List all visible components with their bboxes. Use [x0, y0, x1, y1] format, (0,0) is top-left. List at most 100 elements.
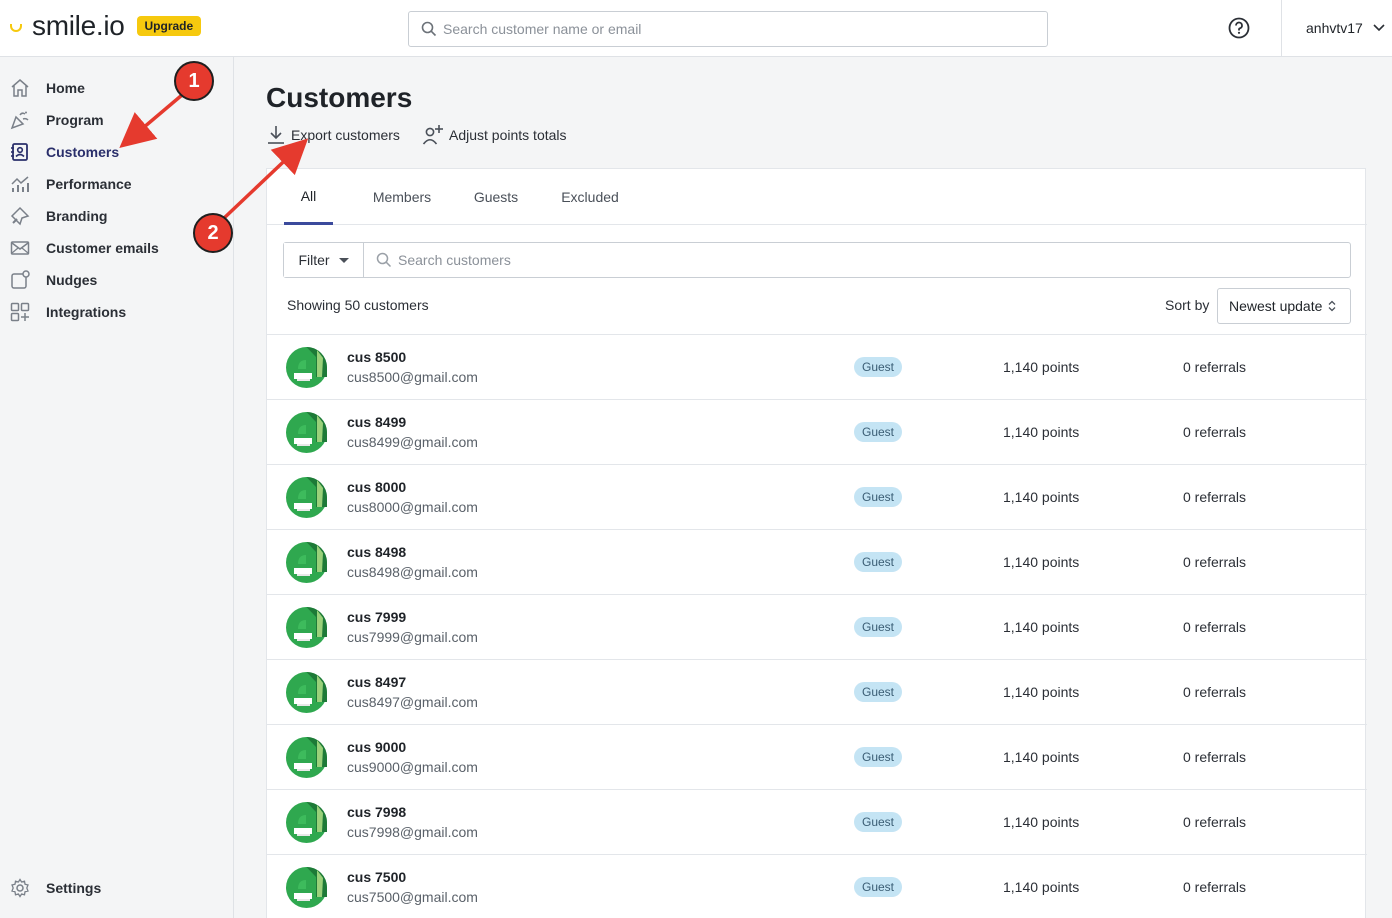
envelope-icon: [10, 238, 30, 258]
sidebar-item-label: Program: [46, 112, 104, 128]
header-divider: [1281, 0, 1282, 57]
search-icon: [376, 252, 392, 268]
tab-excluded[interactable]: Excluded: [555, 169, 625, 225]
sort-select[interactable]: Newest update: [1217, 288, 1351, 324]
customer-list: cus 8500 cus8500@gmail.com Guest 1,140 poin…: [267, 334, 1367, 918]
status-badge: Guest: [854, 617, 903, 637]
tab-guests[interactable]: Guests: [467, 169, 525, 225]
sidebar-item-branding[interactable]: Branding: [10, 204, 107, 228]
customers-icon: [10, 142, 30, 162]
user-menu[interactable]: anhvtv17: [1306, 20, 1385, 36]
help-icon[interactable]: [1228, 17, 1250, 44]
sidebar-item-customers[interactable]: Customers: [10, 140, 119, 164]
tab-members[interactable]: Members: [366, 169, 438, 225]
sidebar-item-label: Performance: [46, 176, 132, 192]
customer-search-input[interactable]: [443, 21, 1003, 37]
customer-row[interactable]: cus 9000 cus9000@gmail.com Guest 1,140 poin…: [267, 725, 1367, 790]
sidebar-item-customer-emails[interactable]: Customer emails: [10, 236, 159, 260]
customer-points: 1,140 points: [1003, 554, 1080, 570]
sidebar-item-nudges[interactable]: Nudges: [10, 268, 97, 292]
filter-label: Filter: [298, 252, 330, 268]
customer-row[interactable]: cus 8498 cus8498@gmail.com Guest 1,140 poin…: [267, 530, 1367, 595]
sidebar-item-performance[interactable]: Performance: [10, 172, 132, 196]
customer-email: cus7999@gmail.com: [347, 629, 478, 645]
customer-tabs: All Members Guests Excluded: [267, 169, 1367, 225]
customer-row[interactable]: cus 8000 cus8000@gmail.com Guest 1,140 poin…: [267, 465, 1367, 530]
customer-points: 1,140 points: [1003, 814, 1080, 830]
customer-referrals: 0 referrals: [1183, 489, 1247, 505]
status-badge: Guest: [854, 357, 903, 377]
sidebar-item-label: Customer emails: [46, 240, 159, 256]
upgrade-button[interactable]: Upgrade: [136, 16, 202, 36]
customer-referrals: 0 referrals: [1183, 684, 1247, 700]
customer-row[interactable]: cus 7500 cus7500@gmail.com Guest 1,140 poin…: [267, 855, 1367, 918]
tab-all[interactable]: All: [284, 169, 333, 225]
customer-name: cus 7999: [347, 609, 407, 625]
sidebar-item-label: Customers: [46, 144, 120, 160]
avatar: [286, 607, 327, 648]
customer-referrals: 0 referrals: [1183, 749, 1247, 765]
customer-email: cus9000@gmail.com: [347, 759, 478, 775]
chevron-down-icon: [1373, 24, 1385, 32]
home-icon: [10, 78, 30, 98]
sort-value: Newest update: [1229, 298, 1323, 314]
customer-referrals: 0 referrals: [1183, 424, 1247, 440]
customer-points: 1,140 points: [1003, 749, 1080, 765]
customers-card: All Members Guests Excluded Filter Showi…: [266, 168, 1367, 918]
annotation-marker-2: 2: [193, 213, 233, 253]
sidebar-item-label: Branding: [46, 208, 108, 224]
avatar: [286, 867, 327, 908]
add-user-icon: [422, 125, 443, 145]
filter-button[interactable]: Filter: [284, 243, 364, 277]
settings-label: Settings: [46, 880, 102, 896]
export-customers-button[interactable]: Export customers: [266, 124, 400, 146]
smile-logo-icon: [10, 24, 22, 32]
sidebar-item-label: Integrations: [46, 304, 127, 320]
status-badge: Guest: [854, 877, 903, 897]
customer-name: cus 8500: [347, 349, 407, 365]
avatar: [286, 477, 327, 518]
status-badge: Guest: [854, 422, 903, 442]
avatar: [286, 802, 327, 843]
sidebar-item-integrations[interactable]: Integrations: [10, 300, 126, 324]
customer-name: cus 8498: [347, 544, 407, 560]
customer-row[interactable]: cus 8497 cus8497@gmail.com Guest 1,140 poin…: [267, 660, 1367, 725]
customer-points: 1,140 points: [1003, 359, 1080, 375]
customer-email: cus7998@gmail.com: [347, 824, 478, 840]
customer-points: 1,140 points: [1003, 489, 1080, 505]
export-customers-label: Export customers: [291, 127, 400, 143]
showing-count: Showing 50 customers: [287, 297, 429, 313]
customer-row[interactable]: cus 8500 cus8500@gmail.com Guest 1,140 poin…: [267, 335, 1367, 400]
list-search[interactable]: [364, 243, 1350, 277]
customer-row[interactable]: cus 8499 cus8499@gmail.com Guest 1,140 poin…: [267, 400, 1367, 465]
customer-name: cus 7500: [347, 869, 407, 885]
customer-referrals: 0 referrals: [1183, 359, 1247, 375]
branding-icon: [10, 206, 30, 226]
sidebar-item-home[interactable]: Home: [10, 76, 85, 100]
sidebar-item-settings[interactable]: Settings: [10, 876, 101, 900]
sidebar-item-program[interactable]: Program: [10, 108, 104, 132]
adjust-points-label: Adjust points totals: [449, 127, 567, 143]
username: anhvtv17: [1306, 20, 1363, 36]
customer-search-bar[interactable]: [408, 11, 1048, 47]
customer-referrals: 0 referrals: [1183, 554, 1247, 570]
customer-row[interactable]: cus 7998 cus7998@gmail.com Guest 1,140 poin…: [267, 790, 1367, 855]
adjust-points-button[interactable]: Adjust points totals: [422, 124, 567, 146]
program-icon: [10, 110, 30, 130]
sidebar-item-label: Home: [46, 80, 85, 96]
status-badge: Guest: [854, 747, 903, 767]
customer-points: 1,140 points: [1003, 424, 1080, 440]
status-badge: Guest: [854, 812, 903, 832]
customer-referrals: 0 referrals: [1183, 879, 1247, 895]
customer-row[interactable]: cus 7999 cus7999@gmail.com Guest 1,140 poin…: [267, 595, 1367, 660]
customer-points: 1,140 points: [1003, 684, 1080, 700]
avatar: [286, 542, 327, 583]
list-search-input[interactable]: [398, 252, 1298, 268]
gear-icon: [10, 878, 30, 898]
nudges-icon: [10, 270, 30, 290]
customer-email: cus7500@gmail.com: [347, 889, 478, 905]
smile-logo[interactable]: smile.io Upgrade: [10, 10, 202, 42]
status-badge: Guest: [854, 487, 903, 507]
customer-name: cus 8000: [347, 479, 407, 495]
customer-email: cus8000@gmail.com: [347, 499, 478, 515]
